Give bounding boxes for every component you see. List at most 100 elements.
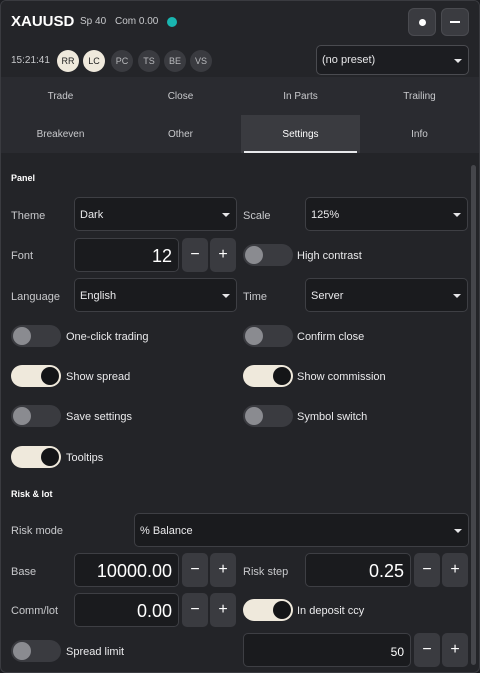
spread-limit-label: Spread limit bbox=[66, 646, 125, 658]
chevron-down-icon bbox=[222, 294, 230, 298]
symbol-switch-label: Symbol switch bbox=[297, 411, 368, 423]
tab-in-parts[interactable]: In Parts bbox=[241, 77, 360, 115]
toggle-pill-ts[interactable]: TS bbox=[138, 50, 160, 72]
risk-step-increment-button[interactable]: + bbox=[442, 553, 468, 587]
risk-step-input[interactable]: 0.25 bbox=[305, 553, 411, 587]
tooltips-toggle[interactable] bbox=[11, 446, 61, 468]
tab-info[interactable]: Info bbox=[360, 115, 479, 153]
toggle-knob bbox=[273, 601, 291, 619]
risk-mode-label: Risk mode bbox=[11, 525, 63, 537]
tab-trade[interactable]: Trade bbox=[1, 77, 120, 115]
confirm-close-label: Confirm close bbox=[297, 331, 365, 343]
minimize-button[interactable] bbox=[441, 8, 469, 36]
tooltips-label: Tooltips bbox=[66, 452, 104, 464]
theme-select-value: Dark bbox=[80, 209, 104, 221]
base-input[interactable]: 10000.00 bbox=[74, 553, 179, 587]
risk-step-decrement-button[interactable]: − bbox=[414, 553, 440, 587]
show-spread-label: Show spread bbox=[66, 371, 131, 383]
spread-limit-increment-button[interactable]: + bbox=[442, 633, 468, 667]
comm-lot-increment-button[interactable]: + bbox=[210, 593, 236, 627]
vertical-scrollbar[interactable] bbox=[471, 165, 476, 665]
preset-select-value: (no preset) bbox=[322, 54, 376, 66]
spread-readout: Sp 40 bbox=[80, 16, 107, 27]
toggle-knob bbox=[273, 367, 291, 385]
font-increment-button[interactable]: + bbox=[210, 238, 236, 272]
high-contrast-toggle[interactable] bbox=[243, 244, 293, 266]
toggle-pill-vs[interactable]: VS bbox=[190, 50, 212, 72]
risk-mode-select[interactable]: % Balance bbox=[134, 513, 469, 547]
settings-content: Panel Theme Dark Scale 125% Font 12 − + … bbox=[1, 153, 479, 672]
comm-lot-decrement-button[interactable]: − bbox=[182, 593, 208, 627]
connection-status-dot bbox=[167, 17, 177, 27]
one-click-trading-label: One-click trading bbox=[66, 331, 149, 343]
font-decrement-button[interactable]: − bbox=[182, 238, 208, 272]
scale-select-value: 125% bbox=[311, 209, 340, 221]
show-spread-toggle[interactable] bbox=[11, 365, 61, 387]
spread-limit-decrement-button[interactable]: − bbox=[414, 633, 440, 667]
time-select-value: Server bbox=[311, 290, 344, 302]
chevron-down-icon bbox=[222, 213, 230, 217]
tab-close[interactable]: Close bbox=[121, 77, 240, 115]
one-click-trading-toggle[interactable] bbox=[11, 325, 61, 347]
language-select[interactable]: English bbox=[74, 278, 237, 312]
section-title-panel: Panel bbox=[11, 173, 36, 183]
toggle-knob bbox=[13, 642, 31, 660]
chevron-down-icon bbox=[454, 59, 462, 63]
base-increment-button[interactable]: + bbox=[210, 553, 236, 587]
risk-mode-select-value: % Balance bbox=[140, 525, 193, 537]
base-decrement-button[interactable]: − bbox=[182, 553, 208, 587]
tab-bar: Trade Close In Parts Trailing Breakeven … bbox=[1, 77, 479, 153]
toggle-pill-rr[interactable]: RR bbox=[57, 50, 79, 72]
toggle-knob bbox=[41, 367, 59, 385]
save-settings-toggle[interactable] bbox=[11, 405, 61, 427]
toggle-pill-be[interactable]: BE bbox=[164, 50, 186, 72]
language-select-value: English bbox=[80, 290, 117, 302]
toggle-knob bbox=[245, 246, 263, 264]
toggle-pill-pc[interactable]: PC bbox=[111, 50, 133, 72]
toggle-knob bbox=[245, 327, 263, 345]
symbol-switch-toggle[interactable] bbox=[243, 405, 293, 427]
time-label: Time bbox=[243, 291, 268, 303]
spread-limit-input[interactable]: 50 bbox=[243, 633, 411, 667]
spread-limit-toggle[interactable] bbox=[11, 640, 61, 662]
trade-panel-window: XAUUSD Sp 40 Com 0.00 15:21:41 RR LC PC … bbox=[0, 0, 480, 673]
tab-trailing[interactable]: Trailing bbox=[360, 77, 479, 115]
base-label: Base bbox=[11, 566, 37, 578]
chevron-down-icon bbox=[453, 213, 461, 217]
comm-lot-label: Comm/lot bbox=[11, 605, 59, 617]
record-dot-icon bbox=[418, 18, 426, 26]
tab-other[interactable]: Other bbox=[121, 115, 240, 153]
theme-select[interactable]: Dark bbox=[74, 197, 237, 231]
font-label: Font bbox=[11, 250, 34, 262]
save-settings-label: Save settings bbox=[66, 411, 133, 423]
tab-settings[interactable]: Settings bbox=[241, 115, 360, 153]
section-title-risk-lot: Risk & lot bbox=[11, 489, 53, 499]
high-contrast-label: High contrast bbox=[297, 250, 362, 262]
chevron-down-icon bbox=[453, 294, 461, 298]
in-deposit-ccy-toggle[interactable] bbox=[243, 599, 293, 621]
theme-label: Theme bbox=[11, 210, 46, 222]
time-select[interactable]: Server bbox=[305, 278, 468, 312]
record-button[interactable] bbox=[408, 8, 436, 36]
tab-breakeven[interactable]: Breakeven bbox=[1, 115, 120, 153]
language-label: Language bbox=[11, 291, 60, 303]
toggle-knob bbox=[41, 448, 59, 466]
in-deposit-ccy-label: In deposit ccy bbox=[297, 605, 365, 617]
minimize-icon bbox=[450, 21, 460, 23]
toggle-pill-lc[interactable]: LC bbox=[83, 50, 105, 72]
panel-header: XAUUSD Sp 40 Com 0.00 15:21:41 RR LC PC … bbox=[1, 1, 479, 77]
comm-lot-input[interactable]: 0.00 bbox=[74, 593, 179, 627]
scale-select[interactable]: 125% bbox=[305, 197, 468, 231]
symbol-title: XAUUSD bbox=[11, 13, 75, 30]
commission-readout: Com 0.00 bbox=[115, 16, 159, 27]
toggle-knob bbox=[13, 327, 31, 345]
show-commission-toggle[interactable] bbox=[243, 365, 293, 387]
risk-step-label: Risk step bbox=[243, 566, 289, 578]
show-commission-label: Show commission bbox=[297, 371, 386, 383]
server-time: 15:21:41 bbox=[11, 55, 50, 66]
confirm-close-toggle[interactable] bbox=[243, 325, 293, 347]
preset-select[interactable]: (no preset) bbox=[316, 45, 469, 75]
font-size-input[interactable]: 12 bbox=[74, 238, 179, 272]
scale-label: Scale bbox=[243, 210, 271, 222]
chevron-down-icon bbox=[454, 529, 462, 533]
